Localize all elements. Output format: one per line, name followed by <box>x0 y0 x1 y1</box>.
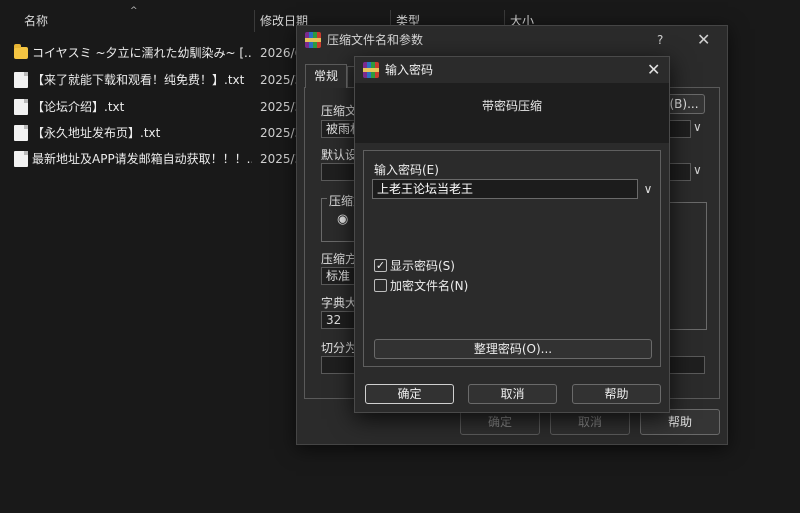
winrar-icon <box>305 32 321 48</box>
dialog-header: 带密码压缩 <box>355 83 669 143</box>
dialog-titlebar[interactable]: 压缩文件名和参数 ? ✕ <box>297 26 727 54</box>
file-name: 最新地址及APP请发邮箱自动获取！！！.... <box>32 152 252 166</box>
text-file-icon <box>14 125 28 141</box>
organize-passwords-button[interactable]: 整理密码(O)... <box>374 339 652 359</box>
profile-label: 默认设 <box>321 148 358 162</box>
dialog-title: 输入密码 <box>385 63 434 77</box>
winrar-icon <box>363 62 379 78</box>
chevron-down-icon[interactable]: ∨ <box>640 179 656 199</box>
encrypt-filenames-label: 加密文件名(N) <box>390 279 469 293</box>
show-password-label: 显示密码(S) <box>390 259 455 273</box>
file-name: 【永久地址发布页】.txt <box>32 126 161 140</box>
password-group: 输入密码(E) 上老王论坛当老王 ∨ ✓ 显示密码(S) 加密文件名(N) 整理… <box>363 150 661 367</box>
chevron-down-icon[interactable]: ∨ <box>693 120 702 134</box>
password-dialog: 输入密码 ✕ 带密码压缩 输入密码(E) 上老王论坛当老王 ∨ ✓ 显示密码(S… <box>354 56 670 413</box>
file-name: コイヤスミ ~夕立に濡れた幼馴染み~ [... <box>32 46 252 60</box>
chevron-down-icon[interactable]: ∨ <box>693 163 702 177</box>
file-name: 【论坛介绍】.txt <box>32 100 125 114</box>
folder-icon <box>14 44 28 59</box>
checkbox-unchecked-icon[interactable] <box>374 279 387 292</box>
sort-up-icon: ^ <box>130 6 138 16</box>
text-file-icon <box>14 72 28 88</box>
text-file-icon <box>14 151 28 167</box>
password-input[interactable]: 上老王论坛当老王 <box>372 179 638 199</box>
cancel-button[interactable]: 取消 <box>468 384 557 404</box>
help-button[interactable]: 帮助 <box>572 384 661 404</box>
split-unit-field[interactable] <box>669 356 705 374</box>
split-label: 切分为 <box>321 341 358 355</box>
dialog-heading: 带密码压缩 <box>481 99 542 113</box>
checkbox-checked-icon[interactable]: ✓ <box>374 259 387 272</box>
tab-general[interactable]: 常规 <box>305 64 347 88</box>
dictionary-label: 字典大 <box>321 296 358 310</box>
close-icon[interactable]: ✕ <box>697 26 710 54</box>
file-name: 【来了就能下载和观看！纯免费！】.txt <box>32 73 245 87</box>
dialog-title: 压缩文件名和参数 <box>327 33 424 47</box>
close-icon[interactable]: ✕ <box>647 57 660 83</box>
ok-button[interactable]: 确定 <box>365 384 454 404</box>
column-name[interactable]: 名称 <box>18 8 48 34</box>
help-question-button[interactable]: ? <box>657 26 663 54</box>
password-label: 输入密码(E) <box>374 163 439 177</box>
text-file-icon <box>14 99 28 115</box>
method-label: 压缩方 <box>321 252 358 266</box>
archive-name-label: 压缩文 <box>321 104 358 118</box>
format-radio-icon[interactable]: ◉ <box>337 212 348 227</box>
